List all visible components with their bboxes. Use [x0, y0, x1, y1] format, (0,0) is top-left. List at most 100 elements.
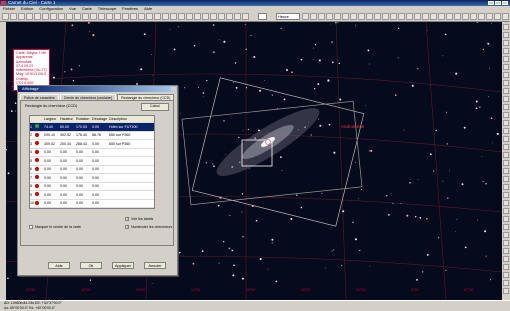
apply-button[interactable]: Appliquer — [112, 262, 134, 269]
toolbar-button[interactable] — [358, 13, 365, 20]
toolbar-button[interactable] — [162, 13, 169, 20]
toolbar-button[interactable] — [503, 272, 509, 278]
toolbar-button[interactable] — [503, 96, 509, 102]
toolbar-button[interactable] — [502, 13, 509, 20]
status-dot[interactable] — [35, 175, 44, 180]
toolbar-button[interactable] — [503, 120, 509, 126]
toolbar-button[interactable] — [503, 56, 509, 62]
toolbar-button[interactable] — [326, 13, 333, 20]
toolbar-button[interactable] — [350, 13, 357, 20]
toolbar-button[interactable] — [503, 288, 509, 294]
toolbar-button[interactable] — [202, 13, 209, 20]
toolbar-button[interactable] — [503, 264, 509, 270]
toolbar-button[interactable] — [390, 13, 397, 20]
toolbar-button[interactable] — [446, 13, 453, 20]
toolbar-button[interactable] — [186, 13, 193, 20]
toolbar-button[interactable] — [10, 13, 17, 20]
toolbar-button[interactable] — [342, 13, 349, 20]
table-row[interactable]: 2 200.10 302.52 176.43 56.76 650 sur P360 — [30, 132, 154, 140]
toolbar-button[interactable] — [234, 13, 241, 20]
toolbar-button[interactable] — [503, 48, 509, 54]
table-row[interactable]: 4 0.00 0.00 0.00 0.00 — [30, 149, 154, 157]
toolbar-button[interactable] — [503, 200, 509, 206]
toolbar-button[interactable] — [242, 13, 249, 20]
minimize-button[interactable] — [488, 1, 494, 5]
toolbar-button[interactable] — [494, 13, 501, 20]
toolbar-button[interactable] — [114, 13, 121, 20]
ok-button[interactable]: Ok — [80, 262, 102, 269]
toolbar-button[interactable] — [503, 136, 509, 142]
toolbar-button[interactable] — [58, 13, 65, 20]
status-dot[interactable] — [35, 124, 44, 129]
toolbar-button[interactable] — [454, 13, 461, 20]
checkbox-box[interactable]: ✓ — [125, 217, 129, 221]
toolbar-button[interactable] — [302, 13, 309, 20]
close-button[interactable] — [502, 1, 508, 5]
toolbar-button[interactable] — [406, 13, 413, 20]
toolbar-button[interactable] — [503, 32, 509, 38]
toolbar-button[interactable] — [334, 13, 341, 20]
toolbar-button[interactable] — [503, 184, 509, 190]
toolbar-button[interactable] — [374, 13, 381, 20]
toolbar-button[interactable] — [438, 13, 445, 20]
toolbar-button[interactable] — [503, 160, 509, 166]
table-row[interactable]: 9 0.00 0.00 0.00 0.00 — [30, 191, 154, 200]
toolbar-button[interactable] — [26, 13, 33, 20]
toolbar-button[interactable] — [138, 13, 145, 20]
toolbar-button[interactable] — [90, 13, 97, 20]
galaxy-m31[interactable] — [210, 98, 327, 185]
toolbar-button[interactable] — [210, 13, 217, 20]
toolbar-button[interactable] — [503, 112, 509, 118]
toolbar-button[interactable] — [503, 144, 509, 150]
toolbar-button[interactable] — [414, 13, 421, 20]
toolbar-button[interactable] — [503, 248, 509, 254]
toolbar-button[interactable] — [503, 224, 509, 230]
toolbar-button[interactable] — [146, 13, 153, 20]
toolbar-button[interactable] — [18, 13, 25, 20]
toolbar-button[interactable] — [130, 13, 137, 20]
toolbar-button[interactable] — [503, 88, 509, 94]
toolbar-button[interactable] — [503, 280, 509, 286]
status-dot[interactable] — [35, 200, 44, 206]
toolbar-button[interactable] — [154, 13, 161, 20]
toolbar-button[interactable] — [486, 13, 493, 20]
toolbar-button[interactable] — [503, 128, 509, 134]
table-row[interactable]: 3 309.52 200.34 268.43 0.00 650 sur P360 — [30, 140, 154, 149]
toolbar-button[interactable] — [310, 13, 317, 20]
cancel-button[interactable]: Annuler — [144, 262, 166, 269]
toolbar-button[interactable] — [398, 13, 405, 20]
toolbar-button[interactable] — [98, 13, 105, 20]
toolbar-button[interactable] — [503, 240, 509, 246]
toolbar-button[interactable] — [178, 13, 185, 20]
toolbar-button[interactable] — [503, 24, 509, 30]
toolbar-button[interactable] — [122, 13, 129, 20]
table-row[interactable]: 7 0.00 0.00 0.00 0.00 — [30, 174, 154, 183]
toolbar-button[interactable] — [226, 13, 233, 20]
toolbar-button[interactable] — [503, 64, 509, 70]
toolbar-button[interactable] — [462, 13, 469, 20]
toolbar-button[interactable] — [503, 40, 509, 46]
status-dot[interactable] — [35, 149, 44, 155]
toolbar-button[interactable] — [470, 13, 477, 20]
toolbar-button[interactable] — [503, 176, 509, 182]
table-row[interactable]: 10 0.00 0.00 0.00 0.00 — [30, 200, 154, 208]
status-dot[interactable] — [35, 141, 44, 146]
table-row[interactable]: 1 74.40 60.00 170.93 0.00 Hdtm sur FUT100 — [30, 123, 154, 132]
toolbar-button[interactable] — [503, 208, 509, 214]
toolbar-button[interactable] — [422, 13, 429, 20]
checkbox-box[interactable] — [29, 225, 33, 229]
toolbar-button[interactable] — [503, 256, 509, 262]
toolbar-button[interactable] — [34, 13, 41, 20]
toolbar-button[interactable] — [74, 13, 81, 20]
toolbar-button[interactable] — [318, 13, 325, 20]
toolbar-button[interactable] — [503, 192, 509, 198]
toolbar-button[interactable] — [82, 13, 89, 20]
number-finders-checkbox[interactable]: ✓ Numéroter les chercheurs — [125, 225, 172, 229]
toolbar-button[interactable] — [66, 13, 73, 20]
toolbar-button[interactable] — [2, 13, 9, 20]
dialog-close-button[interactable] — [171, 87, 176, 91]
calc-button[interactable]: Calcul — [141, 103, 169, 111]
toolbar-button[interactable] — [503, 80, 509, 86]
toolbar-button[interactable] — [170, 13, 177, 20]
zoom-select[interactable] — [258, 13, 267, 20]
